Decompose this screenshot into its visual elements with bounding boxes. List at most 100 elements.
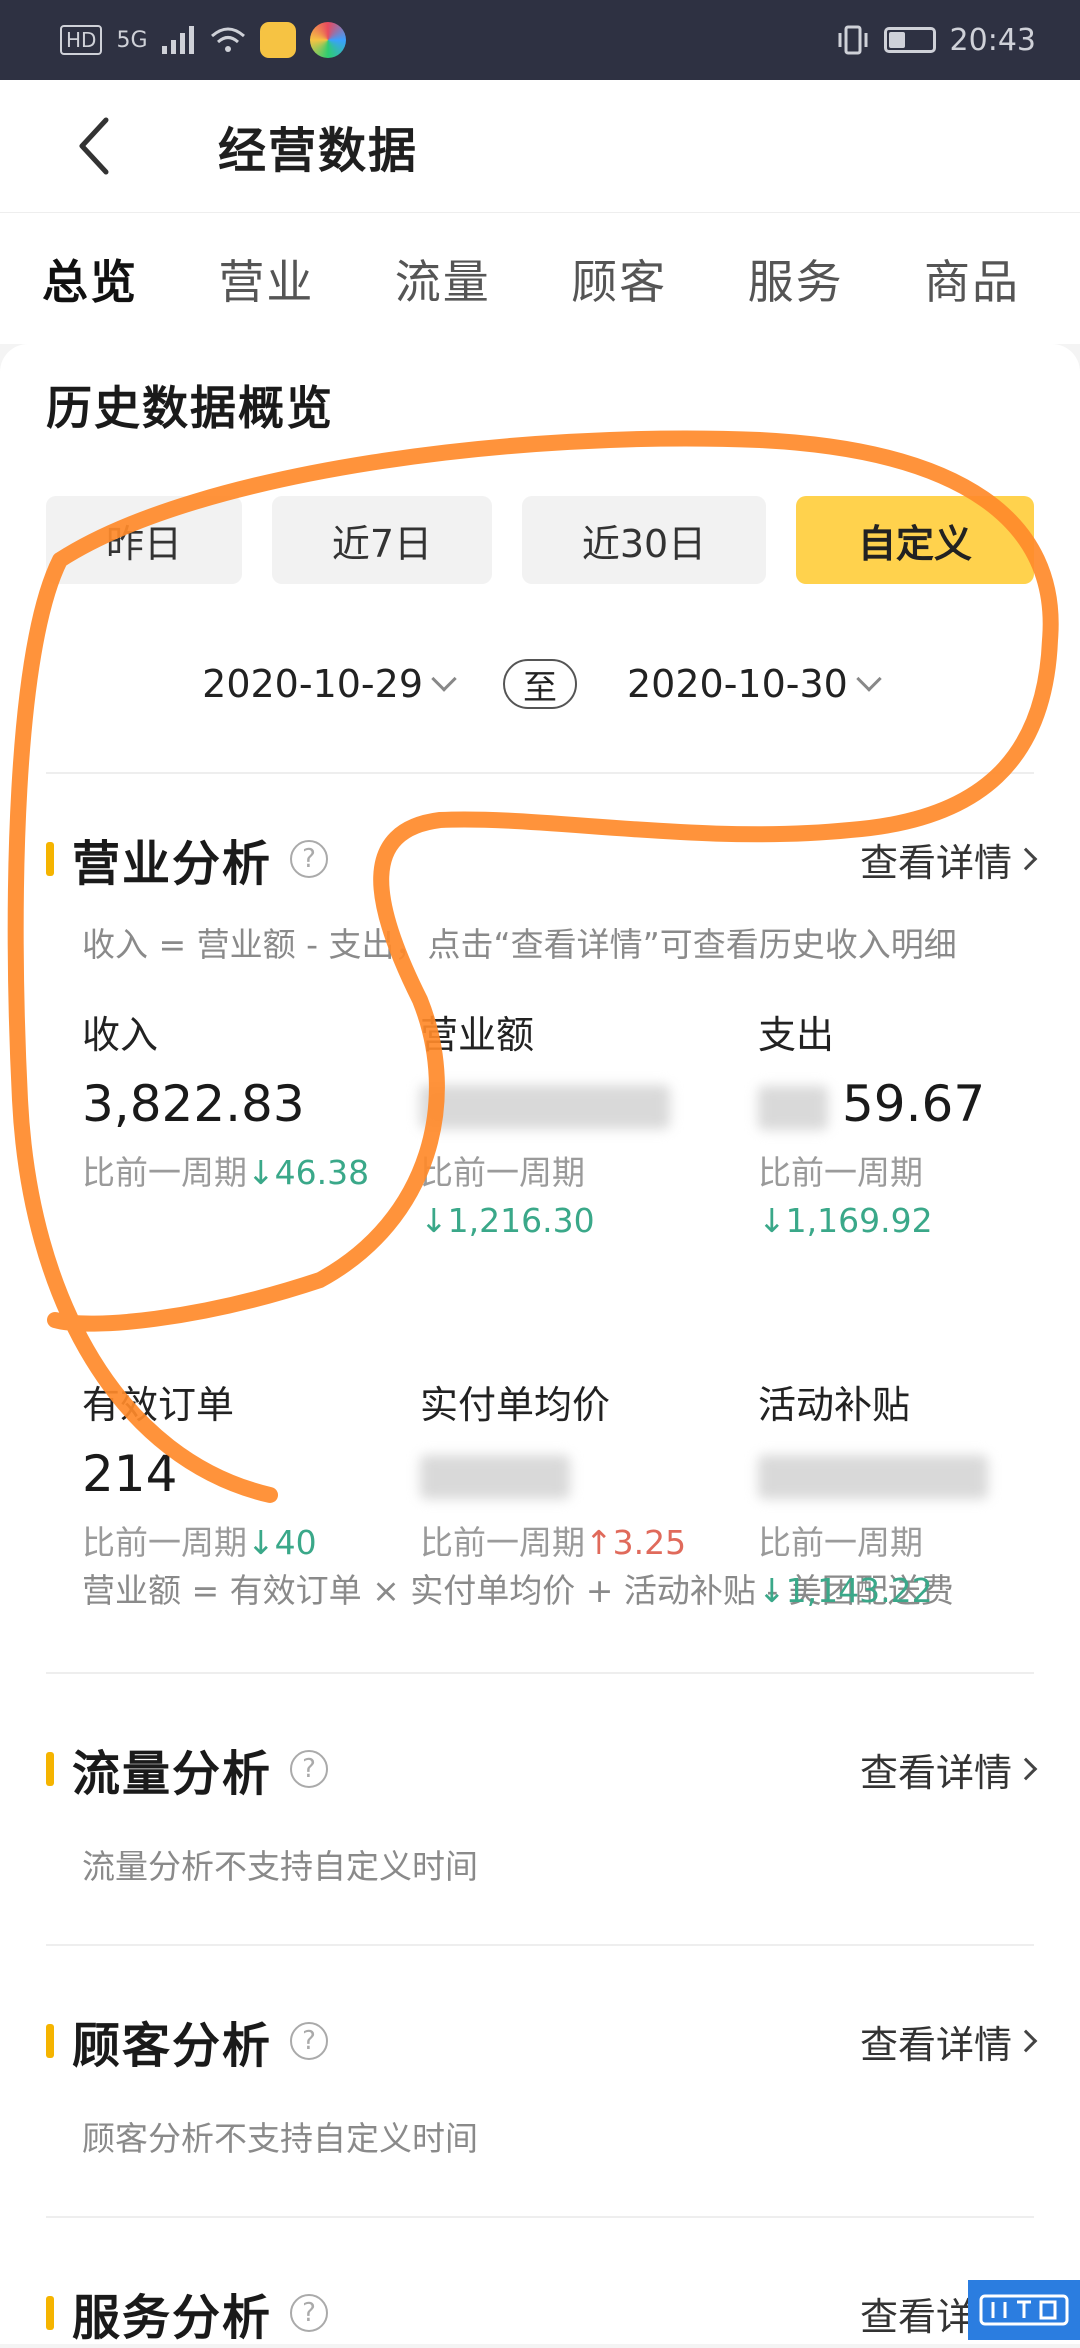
end-date-picker[interactable]: 2020-10-30 bbox=[627, 662, 882, 706]
arrow-down-icon: ↓ bbox=[758, 1201, 786, 1240]
metric-compare: 比前一周期 ↓1,169.92 bbox=[758, 1149, 1058, 1245]
business-title: 营业分析 bbox=[72, 836, 273, 892]
detail-label: 查看详情 bbox=[859, 2022, 1012, 2067]
traffic-section-header: 流量分析 ? 查看详情 bbox=[46, 1734, 1038, 1804]
blurred-value bbox=[758, 1455, 988, 1499]
hd-badge: HD bbox=[60, 25, 103, 55]
tab-service[interactable]: 服务 bbox=[748, 246, 844, 312]
metric-compare: 比前一周期 ↓1,143.22 bbox=[758, 1519, 1058, 1615]
compare-label: 比前一周期 bbox=[420, 1153, 585, 1192]
end-date: 2020-10-30 bbox=[627, 662, 848, 706]
metric-turnover: 营业额 比前一周期 ↓1,216.30 bbox=[420, 1004, 720, 1245]
chevron-down-icon bbox=[856, 666, 882, 692]
back-button[interactable] bbox=[44, 96, 144, 196]
traffic-note: 流量分析不支持自定义时间 bbox=[82, 1847, 478, 1886]
tab-customer[interactable]: 顾客 bbox=[571, 246, 667, 312]
signal-icon: 5G bbox=[116, 27, 148, 53]
arrow-down-icon: ↓ bbox=[420, 1201, 448, 1240]
metric-label: 活动补贴 bbox=[758, 1383, 911, 1427]
help-icon[interactable]: ? bbox=[290, 2294, 329, 2332]
service-title-group: 服务分析 ? bbox=[46, 2278, 329, 2348]
customer-detail-link[interactable]: 查看详情 bbox=[859, 2014, 1038, 2069]
customer-section-header: 顾客分析 ? 查看详情 bbox=[46, 2006, 1038, 2076]
start-date: 2020-10-29 bbox=[202, 662, 423, 706]
metric-compare: 比前一周期 ↓1,216.30 bbox=[420, 1149, 720, 1245]
chevron-down-icon bbox=[431, 666, 457, 692]
metric-avg-price: 实付单均价 比前一周期↑3.25 bbox=[420, 1374, 720, 1567]
vibrate-icon bbox=[838, 25, 868, 55]
divider bbox=[46, 1944, 1034, 1946]
metric-compare: 比前一周期↑3.25 bbox=[420, 1519, 720, 1567]
overview-card: 历史数据概览 昨日 近7日 近30日 自定义 2020-10-29 至 2020… bbox=[0, 344, 1080, 2346]
chevron-right-icon bbox=[1014, 2029, 1038, 2053]
chevron-left-icon bbox=[79, 117, 109, 175]
arrow-down-icon: ↓ bbox=[247, 1523, 275, 1562]
business-detail-link[interactable]: 查看详情 bbox=[859, 832, 1038, 887]
signal-bars-icon bbox=[161, 26, 194, 54]
compare-value: 1,216.30 bbox=[447, 1201, 595, 1240]
tab-overview[interactable]: 总览 bbox=[42, 246, 138, 312]
traffic-detail-link[interactable]: 查看详情 bbox=[859, 1742, 1038, 1797]
compare-value: 1,169.92 bbox=[785, 1201, 933, 1240]
divider bbox=[46, 1672, 1034, 1674]
metric-label: 实付单均价 bbox=[420, 1383, 611, 1427]
compare-value: 40 bbox=[274, 1523, 317, 1562]
help-icon[interactable]: ? bbox=[290, 1750, 329, 1788]
compare-label: 比前一周期 bbox=[82, 1153, 247, 1192]
metric-orders: 有效订单 214 比前一周期↓40 bbox=[82, 1374, 382, 1567]
history-title: 历史数据概览 bbox=[46, 381, 334, 435]
revenue-formula-note: 收入 = 营业额 - 支出，点击“查看详情”可查看历史收入明细 bbox=[82, 925, 957, 964]
expense-visible-value: 59.67 bbox=[842, 1075, 986, 1133]
compare-value: 46.38 bbox=[274, 1153, 370, 1192]
metric-label: 营业额 bbox=[420, 1013, 535, 1057]
tab-traffic[interactable]: 流量 bbox=[395, 246, 491, 312]
divider bbox=[46, 2216, 1034, 2218]
arrow-up-icon: ↑ bbox=[585, 1523, 613, 1562]
wifi-icon bbox=[210, 27, 245, 52]
detail-label: 查看详情 bbox=[859, 840, 1012, 885]
status-bar: HD 5G 20:43 bbox=[0, 0, 1080, 80]
metric-value: 3,822.83 bbox=[82, 1075, 305, 1133]
arrow-down-icon: ↓ bbox=[758, 1571, 786, 1610]
range-30d-button[interactable]: 近30日 bbox=[522, 496, 766, 584]
metric-compare: 比前一周期↓40 bbox=[82, 1519, 382, 1567]
range-yesterday-button[interactable]: 昨日 bbox=[46, 496, 242, 584]
metric-value: 214 bbox=[82, 1445, 178, 1503]
metric-value: 59.67 bbox=[758, 1075, 1058, 1141]
page-title: 经营数据 bbox=[218, 123, 419, 179]
metric-expense: 支出 59.67 比前一周期 ↓1,169.92 bbox=[758, 1004, 1058, 1245]
divider bbox=[46, 772, 1034, 774]
customer-title: 顾客分析 bbox=[72, 2018, 273, 2074]
metric-value-blurred bbox=[758, 1445, 1058, 1511]
start-date-picker[interactable]: 2020-10-29 bbox=[202, 662, 457, 706]
compare-label: 比前一周期 bbox=[420, 1523, 585, 1562]
tab-business[interactable]: 营业 bbox=[218, 246, 314, 312]
watermark-logo bbox=[968, 2280, 1080, 2340]
detail-label: 查看详情 bbox=[859, 1750, 1012, 1795]
compare-label: 比前一周期 bbox=[758, 1523, 923, 1562]
chevron-right-icon bbox=[1014, 1757, 1038, 1781]
section-marker bbox=[46, 2296, 54, 2330]
app-icon-colorful bbox=[309, 22, 346, 58]
metric-subsidy: 活动补贴 比前一周期 ↓1,143.22 bbox=[758, 1374, 1058, 1615]
section-marker bbox=[46, 1752, 54, 1786]
range-custom-button[interactable]: 自定义 bbox=[796, 496, 1034, 584]
status-time: 20:43 bbox=[949, 22, 1036, 58]
help-icon[interactable]: ? bbox=[290, 840, 329, 878]
business-section-header: 营业分析 ? 查看详情 bbox=[46, 824, 1038, 894]
traffic-title-group: 流量分析 ? bbox=[46, 1734, 329, 1804]
help-icon[interactable]: ? bbox=[290, 2022, 329, 2060]
arrow-down-icon: ↓ bbox=[247, 1153, 275, 1192]
metric-label: 收入 bbox=[82, 1013, 159, 1057]
service-section-header: 服务分析 ? 查看详情 bbox=[46, 2278, 1038, 2348]
tab-products[interactable]: 商品 bbox=[924, 246, 1020, 312]
metric-value-blurred bbox=[420, 1445, 720, 1511]
range-7d-button[interactable]: 近7日 bbox=[272, 496, 492, 584]
customer-title-group: 顾客分析 ? bbox=[46, 2006, 329, 2076]
traffic-title: 流量分析 bbox=[72, 1746, 273, 1802]
blurred-value bbox=[420, 1085, 670, 1129]
date-range: 2020-10-29 至 2020-10-30 bbox=[0, 654, 1080, 714]
section-marker bbox=[46, 2024, 54, 2058]
compare-label: 比前一周期 bbox=[758, 1153, 923, 1192]
service-title: 服务分析 bbox=[72, 2290, 273, 2346]
